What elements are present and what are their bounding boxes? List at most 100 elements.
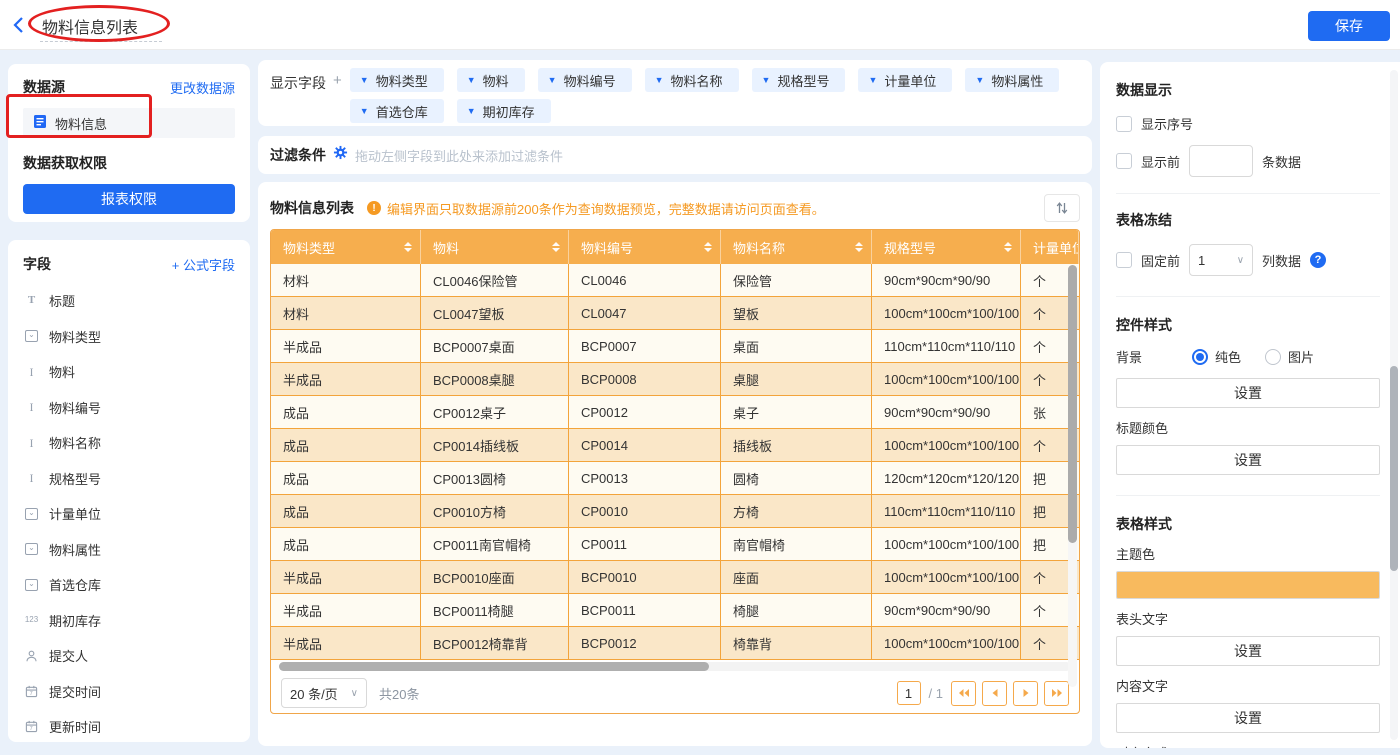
display-field-chip[interactable]: ▼ 期初库存 (456, 99, 551, 123)
fix-count-select[interactable]: 1 ∨ (1189, 244, 1254, 276)
field-item[interactable]: I 物料编号 (23, 398, 235, 417)
display-field-chip[interactable]: ▼ 物料属性 (965, 68, 1060, 92)
report-permission-button[interactable]: 报表权限 (23, 184, 235, 214)
field-item[interactable]: I 物料 (23, 362, 235, 381)
table-row[interactable]: 成品 CP0011南官帽椅 CP0011 南官帽椅 100cm*100cm*10… (271, 528, 1079, 561)
solid-color-radio[interactable] (1192, 348, 1208, 365)
document-icon (33, 114, 47, 132)
title-color-set-button[interactable]: 设置 (1116, 445, 1380, 475)
gear-icon[interactable] (333, 145, 348, 165)
text-icon: I (29, 400, 34, 414)
field-item[interactable]: I 物料名称 (23, 433, 235, 452)
field-item[interactable]: I 规格型号 (23, 469, 235, 488)
field-item[interactable]: ⌄ 物料属性 (23, 540, 235, 559)
image-radio[interactable] (1265, 348, 1282, 365)
chip-label: 物料属性 (991, 73, 1044, 89)
field-item[interactable]: ⌄ 计量单位 (23, 504, 235, 523)
display-field-chip[interactable]: ▼ 物料类型 (349, 68, 444, 92)
fix-columns-checkbox[interactable] (1116, 252, 1132, 268)
first-page-button[interactable] (951, 680, 976, 706)
add-formula-field-link[interactable]: + 公式字段 (172, 255, 235, 274)
column-header[interactable]: 物料 (421, 230, 569, 264)
page-number-input[interactable] (896, 681, 921, 705)
horizontal-scrollbar-thumb[interactable] (279, 662, 709, 671)
datasource-item[interactable]: 物料信息 (23, 108, 235, 138)
table-header-row: 物料类型 物料 物料编号 物料名称 规格型号 计量单 (271, 230, 1079, 264)
sort-toggle-button[interactable] (1044, 194, 1080, 222)
next-page-button[interactable] (1013, 680, 1038, 706)
sort-arrows-icon[interactable] (1004, 242, 1012, 252)
chevron-down-icon: ▼ (466, 75, 476, 85)
theme-color-swatch[interactable] (1116, 571, 1380, 599)
column-header[interactable]: 物料编号 (569, 230, 721, 264)
table-row[interactable]: 半成品 BCP0012椅靠背 BCP0012 椅靠背 100cm*100cm*1… (271, 627, 1079, 660)
column-header[interactable]: 计量单位 (1021, 230, 1079, 264)
preview-notice-text: 编辑界面只取数据源前200条作为查询数据预览，完整数据请访问页面查看。 (387, 201, 825, 217)
table-row[interactable]: 半成品 BCP0008桌腿 BCP0008 桌腿 100cm*100cm*100… (271, 363, 1079, 396)
chip-label: 物料编号 (563, 73, 616, 89)
header-text-set-button[interactable]: 设置 (1116, 636, 1380, 666)
field-item[interactable]: 123 期初库存 (23, 611, 235, 630)
table-row[interactable]: 材料 CL0046保险管 CL0046 保险管 90cm*90cm*90/90 … (271, 264, 1079, 297)
save-button[interactable]: 保存 (1308, 11, 1390, 41)
right-icon (1023, 689, 1028, 697)
field-item[interactable]: ⌄ 物料类型 (23, 327, 235, 346)
field-item[interactable]: ⌄ 首选仓库 (23, 575, 235, 594)
last-page-button[interactable] (1044, 680, 1069, 706)
background-set-button[interactable]: 设置 (1116, 378, 1380, 408)
column-header-label: 计量单位 (1033, 240, 1078, 256)
change-datasource-link[interactable]: 更改数据源 (170, 78, 235, 97)
fix-columns-unit: 列数据 (1262, 253, 1302, 269)
show-first-count-input[interactable] (1189, 145, 1254, 177)
display-field-chip[interactable]: ▼ 物料编号 (537, 68, 632, 92)
table-row[interactable]: 半成品 BCP0007桌面 BCP0007 桌面 110cm*110cm*110… (271, 330, 1079, 363)
table-row[interactable]: 半成品 BCP0010座面 BCP0010 座面 100cm*100cm*100… (271, 561, 1079, 594)
content-text-set-button[interactable]: 设置 (1116, 703, 1380, 733)
select-icon: ⌄ (23, 329, 40, 343)
fields-title: 字段 (23, 256, 51, 272)
display-field-chip[interactable]: ▼ 物料 (456, 68, 525, 92)
column-header[interactable]: 规格型号 (872, 230, 1021, 264)
back-chevron-icon[interactable] (12, 16, 26, 34)
background-label: 背景 (1116, 350, 1143, 365)
filter-label: 过滤条件 (270, 147, 326, 163)
field-item[interactable]: T 标题 (23, 291, 235, 310)
chip-label: 计量单位 (884, 73, 937, 89)
select-icon: ⌄ (23, 578, 40, 592)
display-field-chip[interactable]: ▼ 规格型号 (751, 68, 846, 92)
column-header[interactable]: 物料名称 (721, 230, 872, 264)
chevron-down-icon: ▼ (466, 106, 476, 116)
column-header-label: 规格型号 (884, 240, 937, 256)
page-title: 物料信息列表 (42, 20, 139, 37)
show-first-checkbox[interactable] (1116, 153, 1132, 169)
align-label: 对齐方式 (1116, 743, 1380, 748)
datasource-item-label: 物料信息 (55, 116, 108, 132)
sort-arrows-icon[interactable] (704, 242, 712, 252)
sort-arrows-icon[interactable] (404, 242, 412, 252)
sort-arrows-icon[interactable] (552, 242, 560, 252)
table-row[interactable]: 成品 CP0010方椅 CP0010 方椅 110cm*110cm*110/11… (271, 495, 1079, 528)
field-item[interactable]: 提交人 (23, 646, 235, 665)
vertical-scrollbar-thumb[interactable] (1068, 265, 1077, 543)
table-row[interactable]: 半成品 BCP0011椅腿 BCP0011 椅腿 90cm*90cm*90/90… (271, 594, 1079, 627)
table-row[interactable]: 成品 CP0014插线板 CP0014 插线板 100cm*100cm*100/… (271, 429, 1079, 462)
display-field-chip[interactable]: ▼ 计量单位 (858, 68, 953, 92)
display-field-chip[interactable]: ▼ 首选仓库 (349, 99, 444, 123)
column-header[interactable]: 物料类型 (271, 230, 421, 264)
total-count: 共20条 (379, 686, 420, 702)
prev-page-button[interactable] (982, 680, 1007, 706)
chip-label: 物料类型 (375, 73, 428, 89)
add-display-field-icon[interactable]: + (333, 72, 342, 89)
page-size-select[interactable]: 20 条/页 ∨ (281, 678, 367, 708)
table-row[interactable]: 成品 CP0012桌子 CP0012 桌子 90cm*90cm*90/90 张 (271, 396, 1079, 429)
table-row[interactable]: 成品 CP0013圆椅 CP0013 圆椅 120cm*120cm*120/12… (271, 462, 1079, 495)
display-field-chip[interactable]: ▼ 物料名称 (644, 68, 739, 92)
table-row[interactable]: 材料 CL0047望板 CL0047 望板 100cm*100cm*100/10… (271, 297, 1079, 330)
show-index-checkbox[interactable] (1116, 115, 1132, 132)
show-index-label: 显示序号 (1141, 117, 1194, 132)
help-icon[interactable]: ? (1310, 252, 1327, 268)
field-item[interactable]: 7 更新时间 (23, 717, 235, 736)
sort-arrows-icon[interactable] (855, 242, 863, 252)
panel-scrollbar-thumb[interactable] (1390, 366, 1398, 571)
field-item[interactable]: 7 提交时间 (23, 682, 235, 701)
